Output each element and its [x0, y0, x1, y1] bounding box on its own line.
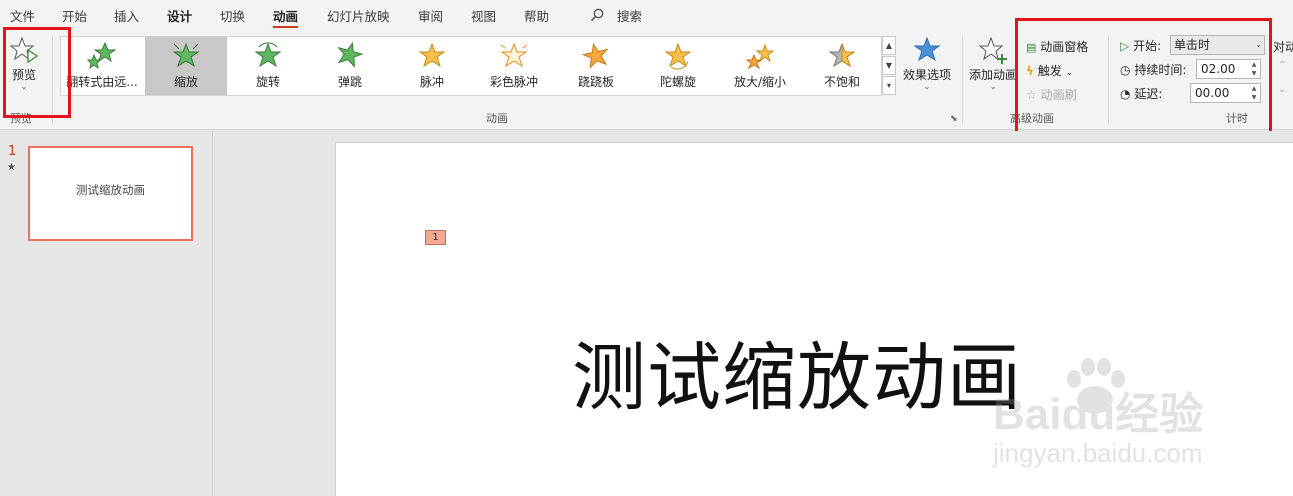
- gallery-scroll-down-button[interactable]: ▼: [882, 56, 896, 75]
- animation-indicator-icon: ★: [7, 162, 16, 173]
- gallery-item-flip[interactable]: 翻转式由远...: [61, 37, 143, 95]
- gallery-item-bounce[interactable]: 弹跳: [309, 37, 391, 95]
- tab-transitions[interactable]: 切换: [220, 6, 245, 24]
- slide-thumbnail-text: 测试缩放动画: [76, 183, 145, 197]
- highlight-box-preview: [3, 27, 71, 118]
- search-box[interactable]: 搜索: [617, 6, 642, 24]
- gallery-more-button[interactable]: ▾: [882, 76, 896, 95]
- gallery-item-spin[interactable]: 旋转: [227, 37, 309, 95]
- tab-file[interactable]: 文件: [10, 6, 35, 24]
- add-animation-label: 添加动画: [968, 68, 1017, 82]
- gallery-item-label: 翻转式由远...: [66, 75, 138, 89]
- reorder-label[interactable]: 对动: [1273, 38, 1293, 55]
- gallery-item-label: 不饱和: [823, 75, 860, 89]
- grow-shrink-star-icon: [745, 43, 775, 70]
- effect-options-button[interactable]: 效果选项 ⌄: [900, 36, 954, 102]
- gallery-item-label: 脉冲: [419, 75, 444, 89]
- gallery-item-spinner[interactable]: 陀螺旋: [637, 37, 719, 95]
- baidu-watermark-logo: Baidu经验 jingyan.baidu.com: [990, 358, 1280, 480]
- spinner-star-icon: [664, 42, 692, 70]
- slide-thumbnail[interactable]: 测试缩放动画: [28, 146, 193, 241]
- dialog-launcher-icon[interactable]: ⬊: [950, 114, 958, 124]
- tab-insert[interactable]: 插入: [114, 6, 139, 24]
- zoom-star-icon: [172, 42, 200, 68]
- divider: [962, 36, 963, 124]
- gallery-item-desaturate[interactable]: 不饱和: [801, 37, 883, 95]
- tab-view[interactable]: 视图: [471, 6, 496, 24]
- animation-order-tag[interactable]: 1: [425, 230, 446, 245]
- gallery-item-label: 跷跷板: [577, 75, 614, 89]
- add-animation-icon: [978, 36, 1007, 64]
- desaturate-star-icon: [828, 42, 856, 68]
- watermark-text: Baidu经验: [993, 390, 1204, 439]
- gallery-item-label: 彩色脉冲: [489, 75, 538, 89]
- spin-star-icon: [254, 42, 282, 68]
- effect-options-label: 效果选项: [902, 68, 951, 82]
- gallery-item-teeter[interactable]: 跷跷板: [555, 37, 637, 95]
- pulse-star-icon: [418, 42, 446, 68]
- effect-options-icon: [913, 36, 941, 62]
- gallery-item-zoom[interactable]: 缩放: [145, 37, 227, 95]
- tab-help[interactable]: 帮助: [524, 6, 549, 24]
- chevron-down-icon[interactable]: ⌄: [968, 83, 1018, 91]
- tab-design[interactable]: 设计: [167, 6, 192, 24]
- powerpoint-window: 文件 开始 插入 设计 切换 动画 幻灯片放映 审阅 视图 帮助 搜索 预览 ⌄…: [0, 0, 1293, 496]
- tab-home[interactable]: 开始: [62, 6, 87, 24]
- slide-title[interactable]: 测试缩放动画: [572, 318, 1022, 425]
- gallery-item-grow-shrink[interactable]: 放大/缩小: [719, 37, 801, 95]
- gallery-item-pulse[interactable]: 脉冲: [391, 37, 473, 95]
- move-later-icon[interactable]: ⌄: [1278, 84, 1286, 95]
- gallery-scroll: ▲ ▼ ▾: [882, 36, 898, 96]
- search-icon[interactable]: [590, 8, 604, 22]
- color-pulse-star-icon: [500, 42, 528, 68]
- teeter-star-icon: [581, 42, 609, 69]
- slide-number: 1: [8, 144, 17, 159]
- tab-slideshow[interactable]: 幻灯片放映: [327, 6, 390, 24]
- gallery-item-label: 陀螺旋: [659, 75, 696, 89]
- tab-review[interactable]: 审阅: [418, 6, 443, 24]
- gallery-scroll-up-button[interactable]: ▲: [882, 36, 896, 55]
- group-label-animation: 动画: [486, 112, 508, 125]
- gallery-item-color-pulse[interactable]: 彩色脉冲: [473, 37, 555, 95]
- flip-star-icon: [87, 41, 117, 70]
- tab-animations[interactable]: 动画: [273, 6, 299, 28]
- ribbon-animations: 预览 ⌄ 预览 翻转式由远... 缩放 旋转 弹跳 脉冲 彩色脉冲 跷跷板 陀螺…: [0, 18, 1293, 169]
- gallery-item-label: 弹跳: [337, 75, 362, 89]
- bounce-star-icon: [337, 41, 364, 68]
- animation-gallery: 翻转式由远... 缩放 旋转 弹跳 脉冲 彩色脉冲 跷跷板 陀螺旋 放大/缩小 …: [60, 36, 882, 96]
- slide-thumbnail-pane: 1 ★ 测试缩放动画: [0, 131, 213, 496]
- add-animation-button[interactable]: 添加动画 ⌄: [968, 36, 1018, 102]
- chevron-down-icon[interactable]: ⌄: [900, 83, 954, 91]
- watermark-url: jingyan.baidu.com: [993, 438, 1203, 468]
- gallery-item-label: 放大/缩小: [733, 75, 787, 89]
- gallery-item-label: 旋转: [255, 75, 280, 89]
- gallery-item-label: 缩放: [173, 75, 198, 89]
- move-earlier-icon[interactable]: ⌃: [1278, 60, 1286, 71]
